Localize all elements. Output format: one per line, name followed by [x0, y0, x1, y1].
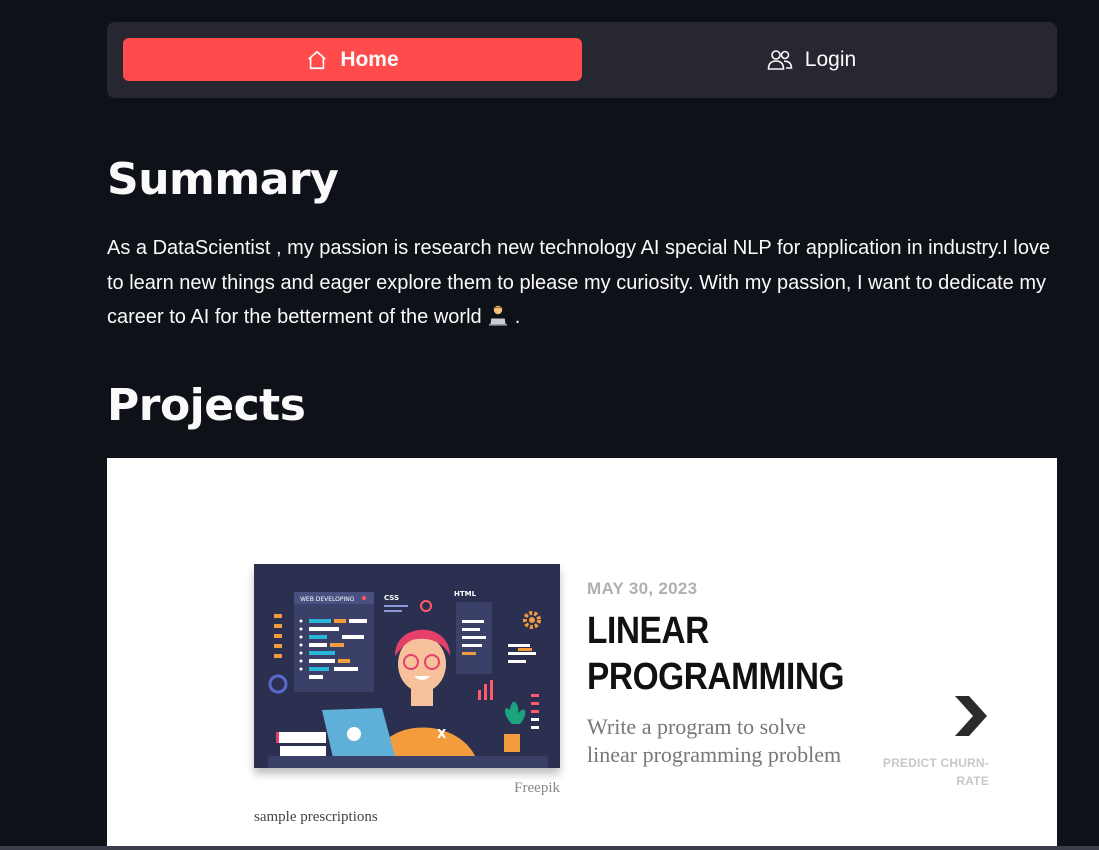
project-title[interactable]: LINEAR PROGRAMMING — [587, 608, 845, 700]
next-project-link[interactable]: PREDICT CHURN-RATE — [879, 754, 989, 790]
projects-heading: Projects — [107, 380, 306, 431]
summary-heading: Summary — [107, 154, 339, 205]
summary-text-end: . — [509, 306, 521, 328]
window-bottom-edge — [0, 846, 1099, 850]
project-description: Write a program to solve linear programm… — [587, 714, 842, 767]
illustration-label-css: CSS — [384, 594, 399, 602]
nav-home-button[interactable]: Home — [123, 38, 582, 81]
nav-login-label: Login — [804, 47, 857, 71]
developer-illustration: WEB DEVELOPING CSS HTML X — [254, 564, 560, 768]
nav-home-label: Home — [340, 47, 399, 71]
illustration-label-web: WEB DEVELOPING — [300, 596, 355, 603]
project-date: MAY 30, 2023 — [587, 579, 698, 598]
technologist-emoji-icon — [487, 303, 509, 326]
illustration-label-html: HTML — [454, 590, 477, 598]
chevron-right-icon[interactable] — [953, 694, 989, 738]
summary-text-main: As a DataScientist , my passion is resea… — [107, 237, 1051, 328]
image-credit: Freepik — [514, 780, 560, 796]
users-icon — [767, 49, 793, 71]
project-illustration: WEB DEVELOPING CSS HTML X — [254, 564, 560, 768]
nav-login-button[interactable]: Login — [582, 38, 1041, 81]
navbar: Home Login — [107, 22, 1057, 98]
image-caption: sample prescriptions — [254, 809, 378, 825]
project-card: WEB DEVELOPING CSS HTML X Freepik sample… — [107, 458, 1057, 850]
svg-text:X: X — [437, 727, 447, 741]
summary-text: As a DataScientist , my passion is resea… — [107, 231, 1062, 335]
home-icon — [306, 49, 328, 71]
